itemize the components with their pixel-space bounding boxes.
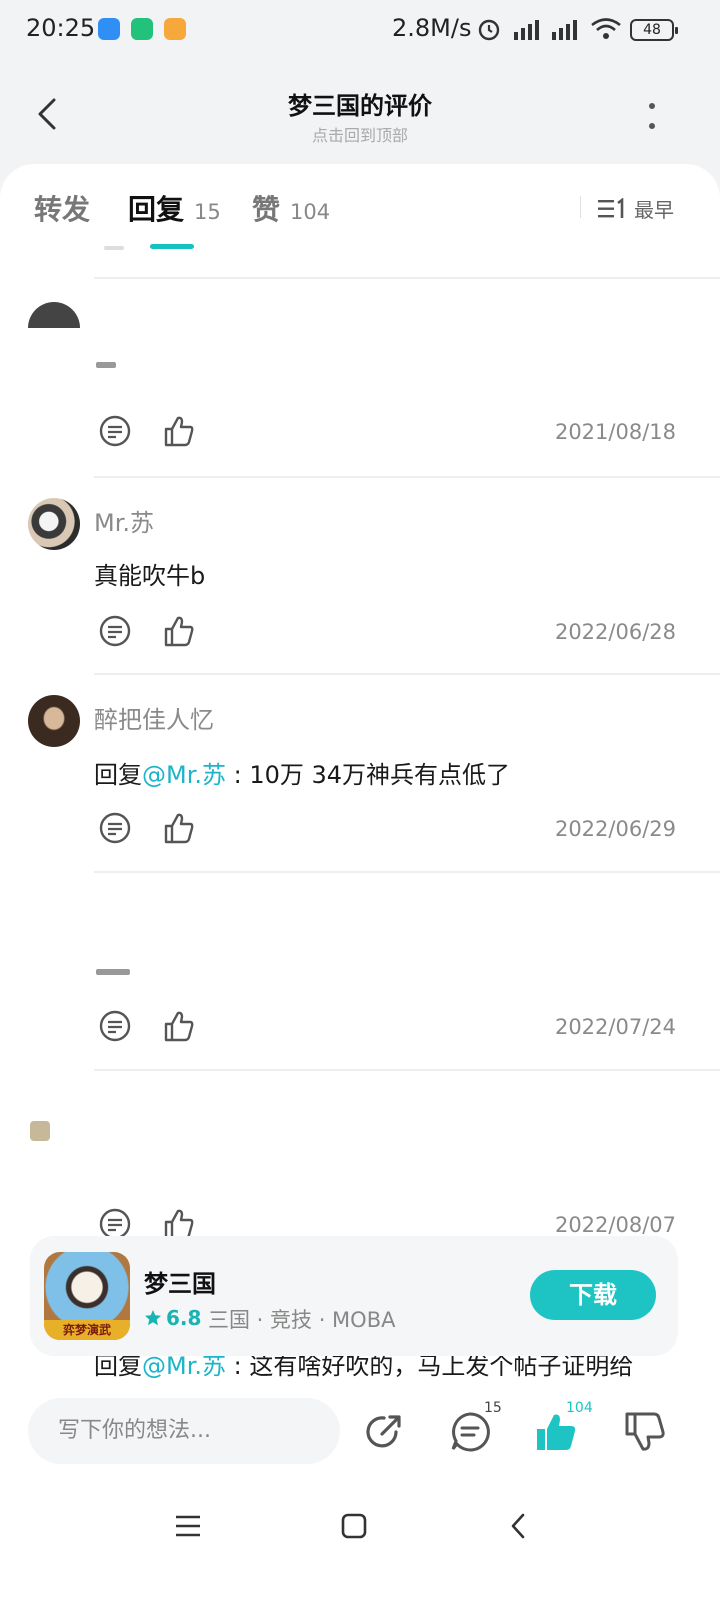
comment-item[interactable]: 2021/08/18 [0,278,720,476]
comment-item[interactable]: Mr.苏 真能吹牛b 2022/06/28 [0,478,720,674]
system-navigation-bar [0,1498,720,1558]
avatar[interactable] [28,498,80,550]
home-nav-button[interactable] [340,1512,368,1540]
comment-count-badge: 15 [484,1400,502,1416]
tab-reply-count: 15 [194,200,221,224]
notification-app-icon-2 [131,18,153,40]
reply-icon[interactable] [98,811,132,845]
comment-date: 2022/06/28 [554,620,676,644]
like-icon[interactable] [162,1009,196,1043]
comment-date: 2022/08/07 [554,1213,676,1237]
app-icon-caption: 弈梦演武 [44,1320,130,1340]
dislike-icon[interactable] [622,1410,666,1454]
comment-username[interactable]: Mr.苏 [94,503,154,538]
app-tags: 三国 · 竞技 · MOBA [208,1308,396,1332]
tab-reply[interactable]: 回复 15 [128,188,221,228]
page-header: 梦三国的评价 点击回到顶部 [0,72,720,164]
avatar[interactable] [28,695,80,747]
page-title[interactable]: 梦三国的评价 [0,86,720,121]
sort-label: 最早 [634,198,674,222]
like-filled-icon[interactable] [534,1410,578,1454]
comment-date: 2022/07/24 [554,1015,676,1039]
comment-item[interactable]: 2022/08/07 [0,1071,720,1240]
more-options-button[interactable] [636,96,668,136]
tab-reply-label: 回复 [128,193,185,226]
status-time: 20:25 [26,14,96,42]
bottom-action-bar: 写下你的想法... 15 104 [0,1378,720,1600]
scrolled-fragment [104,246,124,250]
status-bar: 20:25 2.8M/s 48 [0,0,720,60]
download-button[interactable]: 下载 [530,1270,656,1320]
like-icon[interactable] [162,414,196,448]
game-app-icon[interactable]: 弈梦演武 [44,1252,130,1340]
comment-username[interactable]: 醉把佳人忆 [94,700,214,735]
comment-icon[interactable] [448,1410,492,1454]
reply-text: : 10万 34万神兵有点低了 [226,761,511,789]
tab-divider [580,196,581,218]
app-name[interactable]: 梦三国 [144,1264,216,1299]
tab-forward[interactable]: 转发 [34,188,90,228]
signal-icon-2 [552,20,577,40]
sort-toggle[interactable]: 最早 [598,194,674,223]
tab-bar: 转发 回复 15 赞 104 最早 [0,164,720,250]
tab-forward-label: 转发 [34,193,91,226]
comment-date: 2022/06/29 [554,817,676,841]
avatar[interactable] [30,1121,50,1141]
comment-item[interactable]: 2022/07/24 [0,873,720,1069]
app-rating-value: 6.8 [166,1306,202,1330]
app-promo-card[interactable]: 弈梦演武 梦三国 6.8 三国 · 竞技 · MOBA 下载 [30,1236,678,1356]
tab-like-label: 赞 [252,193,281,226]
comment-content: 真能吹牛b [94,562,206,590]
app-rating: 6.8 [144,1306,201,1330]
tab-like[interactable]: 赞 104 [252,188,330,228]
reply-prefix: 回复 [94,761,142,789]
sort-icon [598,197,624,218]
obscured-text [96,969,130,975]
notification-app-icon-1 [98,18,120,40]
battery-indicator: 48 [630,19,678,41]
avatar[interactable] [28,302,80,328]
notification-app-icon-3 [164,18,186,40]
signal-icon-1 [514,20,539,40]
comment-date: 2021/08/18 [554,420,676,444]
like-count-badge: 104 [566,1400,593,1416]
mention-link[interactable]: @Mr.苏 [142,761,226,789]
comment-item[interactable]: 醉把佳人忆 回复@Mr.苏 : 10万 34万神兵有点低了 2022/06/29 [0,675,720,871]
share-icon[interactable] [362,1410,406,1454]
reply-icon[interactable] [98,1009,132,1043]
active-tab-indicator [150,244,194,249]
scroll-to-top-hint[interactable]: 点击回到顶部 [0,122,720,146]
reply-icon[interactable] [98,414,132,448]
obscured-text [96,362,116,368]
back-nav-button[interactable] [506,1512,534,1540]
comment-input[interactable]: 写下你的想法... [28,1398,340,1464]
menu-nav-button[interactable] [174,1512,202,1540]
star-icon [145,1310,161,1326]
like-icon[interactable] [162,614,196,648]
wifi-icon [591,18,621,39]
tab-like-count: 104 [290,200,331,224]
like-icon[interactable] [162,811,196,845]
comment-content: 回复@Mr.苏 : 10万 34万神兵有点低了 [94,755,510,790]
network-speed: 2.8M/s [392,14,472,42]
alarm-icon [478,19,500,41]
reply-icon[interactable] [98,614,132,648]
